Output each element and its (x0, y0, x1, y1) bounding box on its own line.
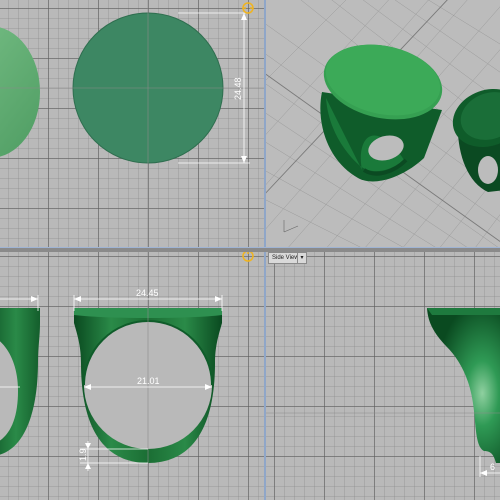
chevron-down-icon[interactable]: ▾ (297, 252, 307, 264)
viewport-splitter-horizontal[interactable] (0, 247, 500, 252)
rotate-gizmo-icon[interactable] (241, 1, 255, 15)
front-viewport[interactable]: 24.45 21.01 1.9 (0, 251, 264, 500)
ring-side-model[interactable] (427, 308, 500, 463)
rotate-gizmo-icon[interactable] (241, 251, 255, 263)
axis-indicator (283, 220, 299, 233)
perspective-viewport[interactable] (266, 0, 500, 247)
top-view-canvas: 24.48 (0, 0, 264, 247)
ring-top-face-left[interactable] (0, 26, 40, 158)
perspective-canvas (266, 0, 500, 247)
dimension-bottom-label: 1.9 (78, 448, 88, 461)
side-viewport[interactable]: 6 (266, 251, 500, 500)
ring-front-partial[interactable] (0, 308, 40, 456)
dimension-side-bottom-label: 6 (490, 462, 495, 472)
side-view-canvas: 6 (266, 308, 500, 477)
ring-perspective-model[interactable] (317, 34, 449, 182)
dimension-outer-width-label: 24.45 (136, 288, 159, 298)
top-viewport[interactable]: 24.48 (0, 0, 264, 247)
dimension-vertical-label: 24.48 (233, 77, 243, 100)
ring-perspective-model-2[interactable] (445, 79, 500, 192)
dimension-inner-width-label: 21.01 (137, 376, 160, 386)
front-view-canvas: 24.45 21.01 1.9 (0, 251, 223, 500)
